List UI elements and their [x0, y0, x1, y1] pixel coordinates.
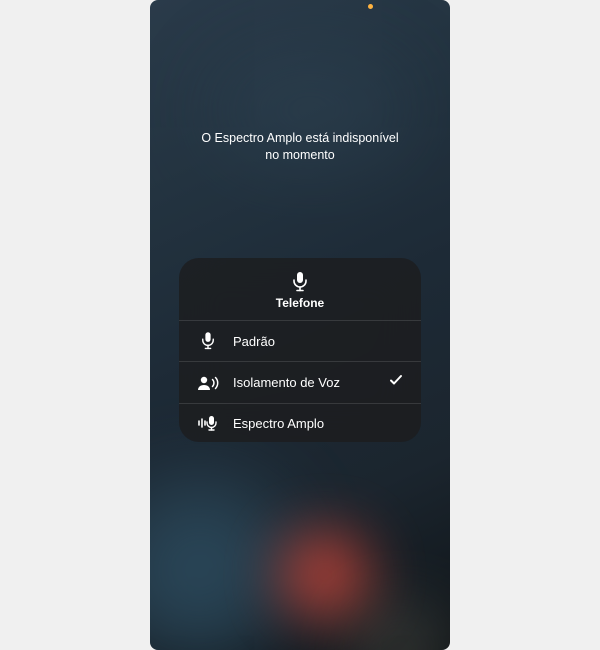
mic-icon: [197, 332, 219, 350]
mic-mode-option-wide-spectrum[interactable]: Espectro Amplo: [179, 403, 421, 442]
panel-title: Telefone: [179, 296, 421, 310]
mic-mode-option-voice-isolation[interactable]: Isolamento de Voz: [179, 361, 421, 403]
bg-blob: [150, 480, 290, 650]
wide-spectrum-icon: [197, 415, 219, 431]
option-label: Isolamento de Voz: [233, 375, 375, 390]
mic-mode-option-standard[interactable]: Padrão: [179, 320, 421, 361]
panel-header: Telefone: [179, 258, 421, 320]
phone-screen: O Espectro Amplo está indisponívelno mom…: [150, 0, 450, 650]
check-icon: [389, 373, 405, 392]
status-message: O Espectro Amplo está indisponívelno mom…: [150, 130, 450, 164]
mic-icon: [179, 272, 421, 292]
option-label: Espectro Amplo: [233, 416, 375, 431]
mic-active-indicator: [368, 4, 373, 9]
voice-isolate-icon: [197, 375, 219, 391]
option-label: Padrão: [233, 334, 375, 349]
bg-blob-red: [280, 530, 370, 620]
mic-mode-panel: Telefone Padrão: [179, 258, 421, 442]
bg-blob: [370, 620, 430, 650]
